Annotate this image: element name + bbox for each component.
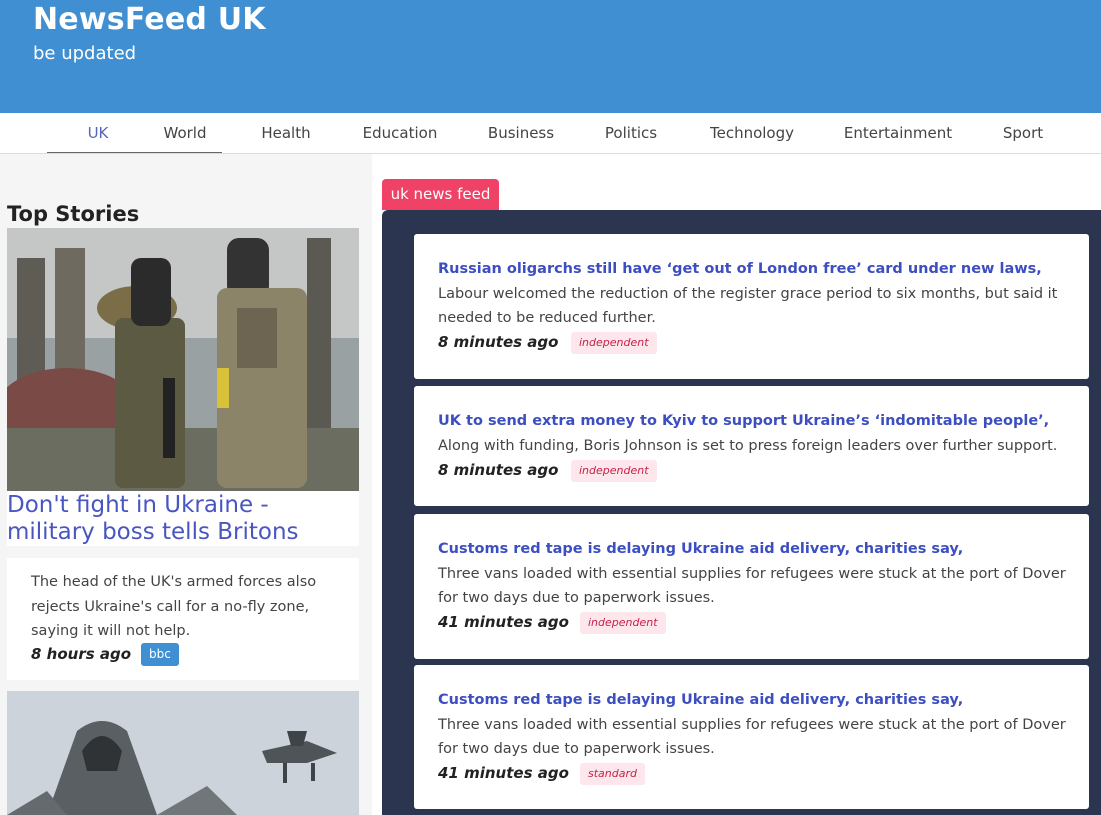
story-image[interactable] [7, 228, 359, 491]
tab-technology[interactable]: Technology [706, 113, 798, 154]
tab-politics[interactable]: Politics [601, 113, 661, 154]
source-badge[interactable]: standard [580, 763, 645, 785]
feed-tag[interactable]: uk news feed [382, 179, 499, 210]
tab-education[interactable]: Education [360, 113, 440, 154]
source-badge[interactable]: independent [571, 460, 657, 482]
feed-headline-link[interactable]: Customs red tape is delaying Ukraine aid… [438, 692, 963, 708]
source-badge[interactable]: bbc [141, 643, 179, 666]
site-title[interactable]: NewsFeed UK [33, 2, 266, 37]
tab-business[interactable]: Business [485, 113, 557, 154]
feed-card[interactable]: Russian oligarchs still have ‘get out of… [414, 234, 1089, 379]
feed-card[interactable]: UK to send extra money to Kyiv to suppor… [414, 386, 1089, 506]
feed-description: Three vans loaded with essential supplie… [438, 717, 1066, 757]
feed-headline-link[interactable]: UK to send extra money to Kyiv to suppor… [438, 413, 1049, 429]
category-nav: UK World Health Education Business Polit… [0, 113, 1101, 154]
feed-card[interactable]: Customs red tape is delaying Ukraine aid… [414, 514, 1089, 659]
tab-entertainment[interactable]: Entertainment [842, 113, 954, 154]
source-badge[interactable]: independent [571, 332, 657, 354]
story-description: The head of the UK's armed forces also r… [31, 574, 317, 639]
active-tab-indicator [47, 152, 222, 153]
feed-timestamp: 8 minutes ago [438, 461, 559, 479]
top-story-card[interactable]: Don't fight in Ukraine - military boss t… [7, 228, 359, 680]
tab-health[interactable]: Health [256, 113, 316, 154]
tab-world[interactable]: World [158, 113, 212, 154]
story-image[interactable] [7, 691, 359, 815]
top-stories-heading: Top Stories [7, 202, 140, 226]
feed-timestamp: 41 minutes ago [438, 613, 569, 631]
tab-uk[interactable]: UK [82, 113, 114, 154]
story-headline-link[interactable]: Don't fight in Ukraine - military boss t… [7, 492, 359, 546]
feed-headline-link[interactable]: Customs red tape is delaying Ukraine aid… [438, 541, 963, 557]
feed-card[interactable]: Customs red tape is delaying Ukraine aid… [414, 665, 1089, 809]
feed-timestamp: 8 minutes ago [438, 333, 559, 351]
site-header: NewsFeed UK be updated [0, 0, 1101, 113]
feed-headline-link[interactable]: Russian oligarchs still have ‘get out of… [438, 261, 1042, 277]
feed-description: Along with funding, Boris Johnson is set… [438, 438, 1058, 454]
tab-sport[interactable]: Sport [998, 113, 1048, 154]
feed-description: Labour welcomed the reduction of the reg… [438, 286, 1058, 326]
top-story-card[interactable] [7, 691, 359, 815]
feed-timestamp: 41 minutes ago [438, 764, 569, 782]
divider [7, 546, 359, 558]
site-subtitle: be updated [33, 43, 137, 64]
feed-description: Three vans loaded with essential supplie… [438, 566, 1066, 606]
source-badge[interactable]: independent [580, 612, 666, 634]
story-timestamp: 8 hours ago [31, 645, 132, 663]
